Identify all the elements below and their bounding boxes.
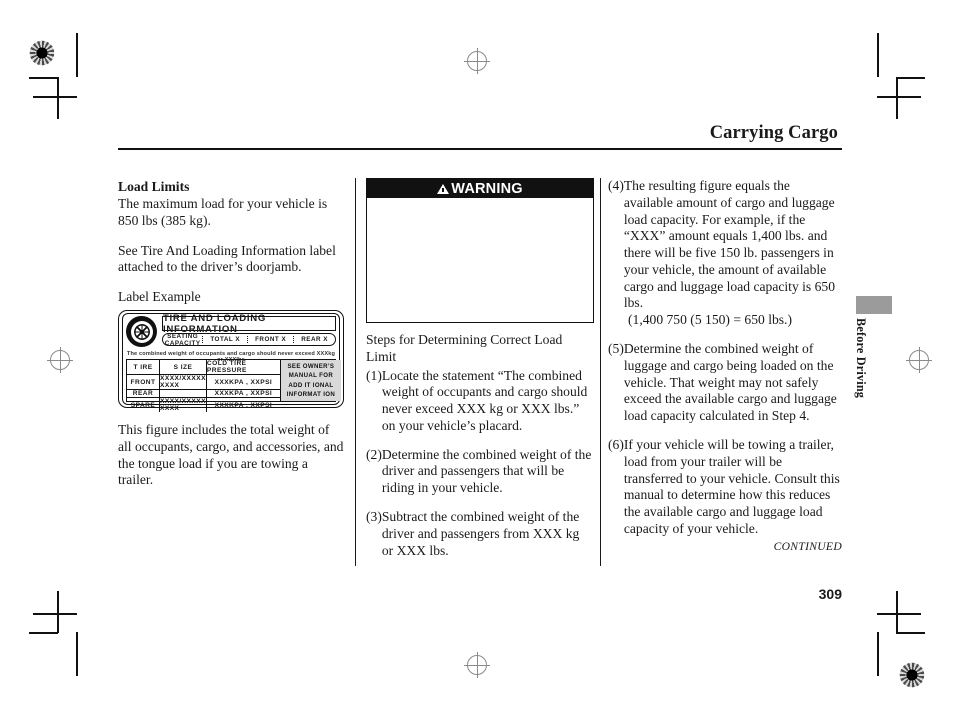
column-two: WARNING Steps for Determining Correct Lo… <box>366 178 594 571</box>
step-number: (5) <box>608 341 624 357</box>
column-three: (4) The resulting figure equals the avai… <box>608 178 842 553</box>
list-item: (3) Subtract the combined weight of the … <box>366 509 594 559</box>
row-rear-label: REAR <box>127 390 160 398</box>
row-front-pressure: XXXKPA , XXPSI <box>214 378 273 386</box>
load-limits-paragraph-4: This figure includes the total weight of… <box>118 422 344 488</box>
warning-triangle-icon <box>437 183 450 194</box>
step-text: Determine the combined weight of luggage… <box>623 341 837 424</box>
load-limits-paragraph-2: See Tire And Loading Information label a… <box>118 242 336 275</box>
crop-line <box>33 613 77 615</box>
tire-icon <box>126 316 157 348</box>
crop-line <box>76 632 78 676</box>
load-limits-paragraph-1: The maximum load for your vehicle is 850… <box>118 196 328 228</box>
row-front-label: FRONT <box>127 375 160 390</box>
crop-line <box>896 632 925 634</box>
section-tab-label: Before Driving <box>854 318 868 399</box>
step-text: Determine the combined weight of the dri… <box>381 446 592 496</box>
header-tire: T IRE <box>127 360 160 375</box>
header-pressure: COLD TIRE PRESSURE <box>206 360 247 375</box>
crop-line <box>29 77 58 79</box>
crop-line <box>896 77 925 79</box>
step-number: (2) <box>366 446 382 462</box>
header-rule <box>118 148 842 150</box>
registration-mark-bottom-center <box>464 652 490 678</box>
page-title: Carrying Cargo <box>709 123 838 143</box>
registration-mark-left-middle <box>47 347 73 373</box>
aside-line-2: MANUAL FOR <box>288 372 334 380</box>
row-front-size: XXXX/XXXXX XXXX <box>160 375 207 390</box>
steps-list-right-continued: (5) Determine the combined weight of lug… <box>608 341 842 538</box>
step-text: The resulting figure equals the availabl… <box>623 178 835 311</box>
aside-line-1: SEE OWNER’S <box>287 363 335 371</box>
steps-list-left: (1) Locate the statement “The combined w… <box>366 368 594 560</box>
crop-line <box>877 96 921 98</box>
list-item: (1) Locate the statement “The combined w… <box>366 368 594 435</box>
row-rear-pressure: XXXKPA , XXPSI <box>214 390 273 398</box>
crop-line <box>29 632 58 634</box>
column-divider-2 <box>600 178 601 566</box>
seating-front: FRONT X <box>247 336 293 344</box>
bullseye-mark-bottom-right <box>899 662 925 688</box>
row-spare-size: XXXX/XXXXX XXXX <box>160 398 207 413</box>
column-divider-1 <box>355 178 356 566</box>
column-one: Load Limits The maximum load for your ve… <box>118 178 346 502</box>
step-number: (4) <box>608 178 624 193</box>
list-item: (2) Determine the combined weight of the… <box>366 447 594 497</box>
table-row: FRONT XXXX/XXXXX XXXX XXXKPA , XXPSI <box>127 375 280 391</box>
page-number: 309 <box>818 586 842 602</box>
list-item: (4) The resulting figure equals the avai… <box>608 178 842 312</box>
label-example-caption: Label Example <box>118 289 201 305</box>
table-row: REAR XXXKPA , XXPSI <box>127 390 280 399</box>
list-item: (5) Determine the combined weight of lug… <box>608 341 842 425</box>
header-size: S IZE <box>160 360 207 375</box>
seating-total: TOTAL X <box>202 336 247 344</box>
steps-heading: Steps for Determining Correct Load Limit <box>366 332 563 364</box>
aside-line-3: ADD IT IONAL <box>288 381 334 389</box>
seating-rear: REAR X <box>293 336 335 344</box>
step-text: If your vehicle will be towing a trailer… <box>623 436 840 536</box>
seating-capacity-row: SEATING CAPACITY TOTAL X FRONT X REAR X <box>162 332 336 347</box>
crop-line <box>896 591 898 633</box>
crop-line <box>57 77 59 119</box>
warning-label: WARNING <box>451 180 523 197</box>
load-capacity-formula: (1,400 750 (5 150) = 650 lbs.) <box>628 312 792 328</box>
see-owners-manual-note: SEE OWNER’S MANUAL FOR ADD IT IONAL INFO… <box>279 360 341 402</box>
table-row: SPARE XXXX/XXXXX XXXX XXXKPA , XXPSI <box>127 398 280 413</box>
steps-list-right: (4) The resulting figure equals the avai… <box>608 178 842 312</box>
crop-line <box>896 77 898 119</box>
load-limits-heading: Load Limits <box>118 179 190 194</box>
step-text: Subtract the combined weight of the driv… <box>381 509 580 558</box>
step-number: (6) <box>608 436 624 452</box>
row-spare-label: SPARE <box>127 398 160 413</box>
list-item: (6) If your vehicle will be towing a tra… <box>608 437 842 538</box>
crop-line <box>57 591 59 633</box>
tire-label-table: T IRE S IZE COLD TIRE PRESSURE FRONT XXX… <box>126 359 341 413</box>
section-tab-block <box>856 296 892 314</box>
seating-capacity-label: SEATING CAPACITY <box>164 332 201 347</box>
warning-body <box>367 198 593 322</box>
registration-mark-top-center <box>464 48 490 74</box>
warning-box: WARNING <box>366 178 594 323</box>
row-rear-size <box>160 390 207 398</box>
crop-line <box>877 632 879 676</box>
step-text: Locate the statement “The combined weigh… <box>381 367 588 433</box>
crop-line <box>877 33 879 77</box>
table-row: T IRE S IZE COLD TIRE PRESSURE <box>127 360 280 376</box>
step-number: (3) <box>366 509 382 525</box>
aside-line-4: INFORMAT ION <box>286 390 336 398</box>
warning-header: WARNING <box>367 179 593 198</box>
crop-line <box>33 96 77 98</box>
tire-and-loading-information-label: TIRE AND LOADING INFORMATION SEATING CAP… <box>118 310 344 413</box>
row-spare-pressure: XXXKPA , XXPSI <box>214 401 273 409</box>
crop-line <box>76 33 78 77</box>
crop-line <box>877 613 921 615</box>
continued-label: CONTINUED <box>773 539 842 553</box>
registration-mark-right-middle <box>906 347 932 373</box>
bullseye-mark-top-left <box>29 40 55 66</box>
step-number: (1) <box>366 367 382 383</box>
tire-label-title: TIRE AND LOADING INFORMATION <box>162 313 336 335</box>
